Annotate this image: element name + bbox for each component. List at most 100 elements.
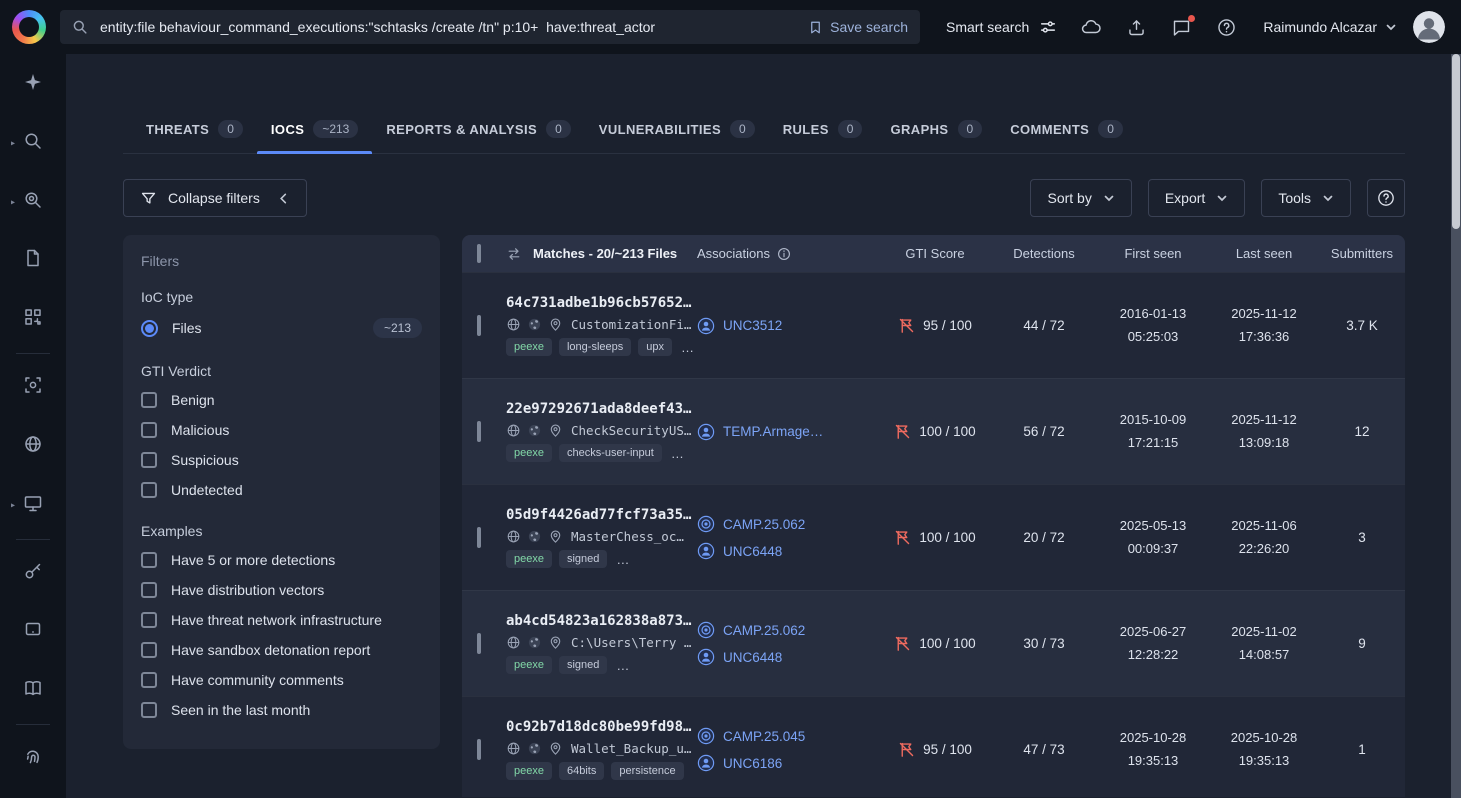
tab-threats[interactable]: THREATS 0: [132, 105, 257, 153]
tools-button[interactable]: Tools: [1261, 179, 1351, 217]
table-row[interactable]: 22e97292671ada8deef43… CheckSecurityUS… pe…: [462, 378, 1405, 484]
scrollbar-track[interactable]: [1451, 54, 1461, 798]
file-hash[interactable]: 05d9f4426ad77fcf73a35…: [506, 507, 697, 523]
table-row[interactable]: 05d9f4426ad77fcf73a35… MasterChess_oc… pee…: [462, 484, 1405, 590]
radio-selected[interactable]: [141, 319, 158, 337]
tag[interactable]: peexe: [506, 550, 552, 568]
association-link[interactable]: CAMP.25.062: [697, 621, 879, 639]
sidebar-item-references-book[interactable]: [13, 671, 53, 710]
row-checkbox[interactable]: [477, 314, 481, 336]
tag[interactable]: persistence: [611, 762, 684, 780]
app-logo-icon[interactable]: [12, 10, 46, 44]
help-icon[interactable]: [1216, 17, 1237, 38]
file-hash[interactable]: ab4cd54823a162838a873…: [506, 613, 697, 629]
save-search-button[interactable]: Save search: [808, 19, 908, 35]
table-row[interactable]: 0c92b7d18dc80be99fd98… Wallet_Backup_u… pe…: [462, 696, 1405, 797]
tag[interactable]: peexe: [506, 762, 552, 780]
avatar[interactable]: [1413, 11, 1445, 43]
sidebar-item-globe[interactable]: [13, 427, 53, 466]
tag[interactable]: 64bits: [558, 762, 605, 780]
filter-have-sandbox-detonation-report[interactable]: Have sandbox detonation report: [141, 635, 422, 665]
filter-have-threat-network-infrastructure[interactable]: Have threat network infrastructure: [141, 605, 422, 635]
filter-have-distribution-vectors[interactable]: Have distribution vectors: [141, 575, 422, 605]
search-bar[interactable]: Save search: [60, 10, 920, 44]
sidebar-item-scan[interactable]: [13, 368, 53, 407]
search-input[interactable]: [98, 18, 799, 36]
sidebar-item-search[interactable]: ▸: [11, 124, 53, 163]
checkbox[interactable]: [141, 392, 157, 408]
more-tags[interactable]: …: [679, 340, 697, 355]
tag[interactable]: checks-user-input: [558, 444, 662, 462]
tag[interactable]: peexe: [506, 656, 552, 674]
filter-malicious[interactable]: Malicious: [141, 415, 422, 445]
table-row[interactable]: 64c731adbe1b96cb57652… CustomizationFi… pe…: [462, 272, 1405, 378]
sidebar-item-key[interactable]: [13, 554, 53, 593]
file-hash[interactable]: 64c731adbe1b96cb57652…: [506, 295, 697, 311]
sidebar-item-device[interactable]: [13, 613, 53, 652]
checkbox[interactable]: [141, 702, 157, 718]
upload-icon[interactable]: [1126, 17, 1147, 38]
association-link[interactable]: UNC3512: [697, 317, 879, 335]
filter-ioc-files[interactable]: Files ~213: [141, 311, 422, 345]
association-link[interactable]: UNC6448: [697, 648, 879, 666]
user-menu[interactable]: Raimundo Alcazar: [1263, 19, 1397, 35]
row-checkbox[interactable]: [477, 632, 481, 654]
file-hash[interactable]: 0c92b7d18dc80be99fd98…: [506, 719, 697, 735]
tab-graphs[interactable]: GRAPHS 0: [876, 105, 996, 153]
checkbox[interactable]: [141, 612, 157, 628]
association-link[interactable]: CAMP.25.045: [697, 727, 879, 745]
file-hash[interactable]: 22e97292671ada8deef43…: [506, 401, 697, 417]
filter-seen-in-the-last-month[interactable]: Seen in the last month: [141, 695, 422, 725]
association-link[interactable]: TEMP.Armage…: [697, 423, 879, 441]
table-row[interactable]: ab4cd54823a162838a873… C:\Users\Terry … pe…: [462, 590, 1405, 696]
sidebar-item-hunting[interactable]: ▸: [11, 183, 53, 222]
checkbox[interactable]: [141, 482, 157, 498]
filter-have-community-comments[interactable]: Have community comments: [141, 665, 422, 695]
tag[interactable]: signed: [558, 550, 608, 568]
help-button[interactable]: [1367, 179, 1405, 217]
tab-rules[interactable]: RULES 0: [769, 105, 877, 153]
more-tags[interactable]: …: [669, 446, 687, 461]
info-icon[interactable]: [777, 247, 791, 261]
filter-benign[interactable]: Benign: [141, 385, 422, 415]
sort-by-button[interactable]: Sort by: [1030, 179, 1132, 217]
checkbox[interactable]: [141, 452, 157, 468]
more-tags[interactable]: …: [614, 552, 632, 567]
sidebar-item-code-similarity[interactable]: [13, 300, 53, 339]
swap-arrows-icon[interactable]: [506, 246, 522, 262]
association-link[interactable]: UNC6186: [697, 754, 879, 772]
sidebar-item-fingerprint[interactable]: [13, 739, 53, 778]
tag[interactable]: peexe: [506, 338, 552, 356]
tab-iocs[interactable]: IOCS ~213: [256, 105, 373, 154]
tab-vulnerabilities[interactable]: VULNERABILITIES 0: [585, 105, 769, 153]
row-checkbox[interactable]: [477, 738, 481, 760]
more-tags[interactable]: …: [614, 658, 632, 673]
select-all-checkbox[interactable]: [477, 244, 481, 263]
checkbox[interactable]: [141, 642, 157, 658]
checkbox[interactable]: [141, 672, 157, 688]
tag[interactable]: signed: [558, 656, 608, 674]
row-checkbox[interactable]: [477, 420, 481, 442]
scrollbar-thumb[interactable]: [1452, 54, 1460, 229]
sidebar-item-monitor[interactable]: ▸: [11, 486, 53, 525]
chat-icon[interactable]: [1171, 14, 1196, 38]
filter-undetected[interactable]: Undetected: [141, 475, 422, 505]
association-link[interactable]: CAMP.25.062: [697, 515, 879, 533]
checkbox[interactable]: [141, 552, 157, 568]
tag[interactable]: peexe: [506, 444, 552, 462]
sidebar-item-file[interactable]: [13, 242, 53, 281]
sidebar-item-ai-sparkles[interactable]: [13, 65, 53, 104]
filter-have-5-or-more-detections[interactable]: Have 5 or more detections: [141, 545, 422, 575]
filter-suspicious[interactable]: Suspicious: [141, 445, 422, 475]
checkbox[interactable]: [141, 422, 157, 438]
collapse-filters-button[interactable]: Collapse filters: [123, 179, 307, 217]
smart-search-button[interactable]: Smart search: [946, 18, 1057, 36]
tab-reports-analysis[interactable]: REPORTS & ANALYSIS 0: [372, 105, 584, 153]
row-checkbox[interactable]: [477, 526, 481, 548]
cloud-icon[interactable]: [1080, 16, 1102, 38]
association-link[interactable]: UNC6448: [697, 542, 879, 560]
checkbox[interactable]: [141, 582, 157, 598]
tag[interactable]: upx: [638, 338, 672, 356]
tag[interactable]: long-sleeps: [558, 338, 632, 356]
export-button[interactable]: Export: [1147, 179, 1246, 217]
